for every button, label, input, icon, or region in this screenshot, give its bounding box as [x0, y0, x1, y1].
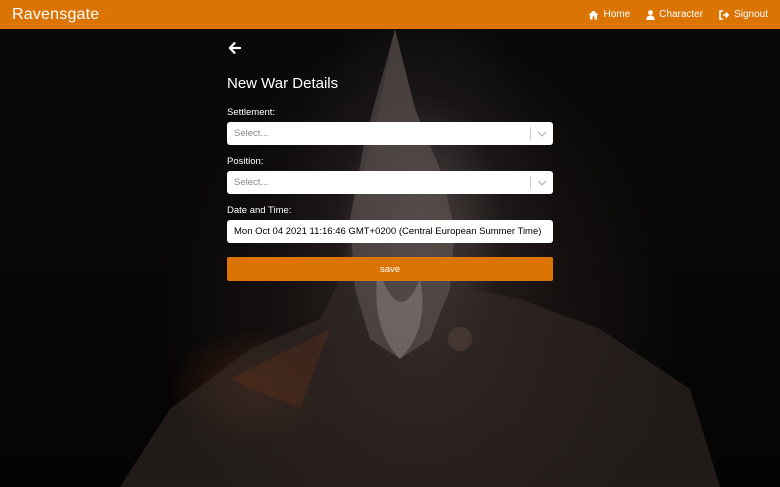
- position-label: Position:: [227, 156, 264, 167]
- chevron-down-icon[interactable]: [531, 131, 553, 137]
- user-icon: [646, 9, 655, 20]
- settlement-placeholder: Select...: [234, 128, 269, 139]
- nav-character-link[interactable]: Character: [646, 9, 703, 20]
- home-icon: [588, 10, 599, 19]
- save-button[interactable]: save: [227, 257, 553, 281]
- position-select[interactable]: Select...: [227, 171, 553, 194]
- brand-logo[interactable]: Ravensgate: [12, 6, 99, 24]
- settlement-label: Settlement:: [227, 107, 276, 118]
- page-title: New War Details: [227, 75, 339, 92]
- datetime-input[interactable]: Mon Oct 04 2021 11:16:46 GMT+0200 (Centr…: [227, 220, 553, 243]
- nav-home-label: Home: [603, 9, 631, 20]
- nav-signout-label: Signout: [734, 9, 768, 20]
- signout-icon: [719, 9, 730, 20]
- arrow-left-icon[interactable]: [227, 40, 243, 56]
- nav-character-label: Character: [659, 9, 704, 20]
- nav-links: Home Character Signout: [588, 9, 768, 20]
- nav-signout-link[interactable]: Signout: [719, 9, 768, 20]
- datetime-label: Date and Time:: [227, 205, 292, 216]
- navbar: Ravensgate Home Character Signout: [0, 0, 780, 29]
- position-placeholder: Select...: [234, 177, 269, 188]
- war-form: New War Details Settlement: Select... Po…: [227, 40, 553, 281]
- nav-home-link[interactable]: Home: [588, 9, 630, 20]
- chevron-down-icon[interactable]: [531, 180, 553, 186]
- settlement-select[interactable]: Select...: [227, 122, 553, 145]
